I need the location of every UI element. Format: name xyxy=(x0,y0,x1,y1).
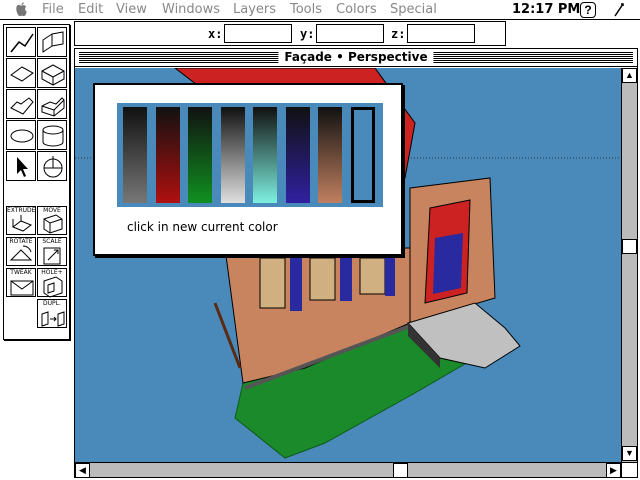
tool-rect[interactable] xyxy=(6,58,36,88)
grow-box[interactable] xyxy=(621,462,637,477)
scroll-down-button[interactable]: ▼ xyxy=(622,446,637,461)
color-swatch-7[interactable] xyxy=(350,107,375,203)
scale-label: SCALE xyxy=(42,238,62,245)
scroll-right-button[interactable]: ▶ xyxy=(606,463,621,478)
tool-move[interactable]: MOVE xyxy=(37,206,67,235)
menu-layers[interactable]: Layers xyxy=(233,2,276,17)
color-picker-dialog: click in new current color xyxy=(93,83,403,256)
color-swatch-4[interactable] xyxy=(253,107,277,203)
color-swatch-5[interactable] xyxy=(285,107,310,203)
dialog-message: click in new current color xyxy=(127,220,278,234)
tool-rotate[interactable]: ROTATE xyxy=(6,237,36,266)
menu-windows[interactable]: Windows xyxy=(162,2,220,17)
menu-special[interactable]: Special xyxy=(390,2,437,17)
color-swatch-0[interactable] xyxy=(123,107,147,203)
flat-poly-tool-icon xyxy=(10,97,34,115)
tool-palette: EXTRUDE MOVE ROTATE SCALE TWEAK HOLE+ DU… xyxy=(3,24,70,340)
vertical-scroll-thumb[interactable] xyxy=(622,239,637,254)
shutter-2 xyxy=(340,256,352,301)
tool-scale[interactable]: SCALE xyxy=(37,237,67,266)
z-label: z: xyxy=(391,27,406,41)
scroll-up-button[interactable]: ▲ xyxy=(622,68,637,83)
help-icon[interactable]: ? xyxy=(580,2,596,18)
window-3 xyxy=(359,257,386,295)
tool-select[interactable] xyxy=(6,151,36,181)
x-label: x: xyxy=(208,27,223,41)
dupl-label: DUPL. xyxy=(43,300,61,307)
tool-cylinder[interactable] xyxy=(37,120,67,150)
sphere-tool-icon xyxy=(43,156,63,178)
application-menu-icon[interactable] xyxy=(612,2,626,18)
rotate-label: ROTATE xyxy=(9,238,33,245)
box-tool-icon xyxy=(41,64,65,86)
window-2 xyxy=(309,257,336,301)
menu-clock: 12:17 PM xyxy=(512,2,581,17)
line-tool-icon xyxy=(10,33,34,53)
vertical-scrollbar[interactable]: ▲ ▼ xyxy=(621,68,637,462)
flat-rect-tool-icon xyxy=(10,66,34,82)
menu-view[interactable]: View xyxy=(116,2,147,17)
wall-tool-icon xyxy=(42,31,64,53)
cylinder-tool-icon xyxy=(42,125,64,147)
tool-duplicate[interactable]: DUPL. xyxy=(37,299,67,328)
y-field[interactable] xyxy=(316,24,384,43)
tool-line[interactable] xyxy=(6,27,36,57)
color-swatch-1[interactable] xyxy=(155,107,180,203)
color-swatch-3[interactable] xyxy=(220,107,245,203)
z-field[interactable] xyxy=(407,24,475,43)
hole-label: HOLE+ xyxy=(41,269,63,276)
move-label: MOVE xyxy=(43,207,61,214)
horizontal-scroll-thumb[interactable] xyxy=(393,463,408,478)
scroll-left-button[interactable]: ◀ xyxy=(75,463,90,478)
x-field[interactable] xyxy=(224,24,292,43)
window-title: Façade • Perspective xyxy=(278,50,434,64)
window-1 xyxy=(259,257,286,309)
door-glass xyxy=(433,233,463,294)
shutter-1 xyxy=(290,256,302,311)
menu-tools[interactable]: Tools xyxy=(290,2,322,17)
tool-sphere[interactable] xyxy=(37,151,67,181)
menu-bar: File Edit View Windows Layers Tools Colo… xyxy=(0,0,640,20)
flat-oval-tool-icon xyxy=(10,129,34,143)
window-titlebar[interactable]: Façade • Perspective xyxy=(75,49,637,67)
tool-oval[interactable] xyxy=(6,120,36,150)
arrow-pointer-icon xyxy=(17,157,28,177)
extrude-label: EXTRUDE xyxy=(7,207,36,214)
tool-box[interactable] xyxy=(37,58,67,88)
tool-extrude[interactable]: EXTRUDE xyxy=(6,206,36,235)
horizontal-scrollbar[interactable]: ◀ ▶ xyxy=(75,462,621,478)
tool-tweak[interactable]: TWEAK xyxy=(6,268,36,297)
menu-colors[interactable]: Colors xyxy=(336,2,377,17)
color-swatch-strip xyxy=(117,103,383,207)
y-label: y: xyxy=(300,27,315,41)
apple-menu-icon[interactable] xyxy=(14,2,28,17)
menu-file[interactable]: File xyxy=(42,2,64,17)
tool-poly-solid[interactable] xyxy=(37,89,67,119)
shutter-3 xyxy=(385,256,395,296)
color-swatch-6[interactable] xyxy=(318,107,342,203)
tweak-label: TWEAK xyxy=(10,269,32,276)
poly-solid-tool-icon xyxy=(41,97,65,117)
tool-hole[interactable]: HOLE+ xyxy=(37,268,67,298)
tool-poly[interactable] xyxy=(6,89,36,119)
coordinate-bar: x: y: z: xyxy=(74,21,506,46)
menu-edit[interactable]: Edit xyxy=(78,2,103,17)
tool-wall[interactable] xyxy=(37,27,67,57)
color-swatch-2[interactable] xyxy=(188,107,212,203)
